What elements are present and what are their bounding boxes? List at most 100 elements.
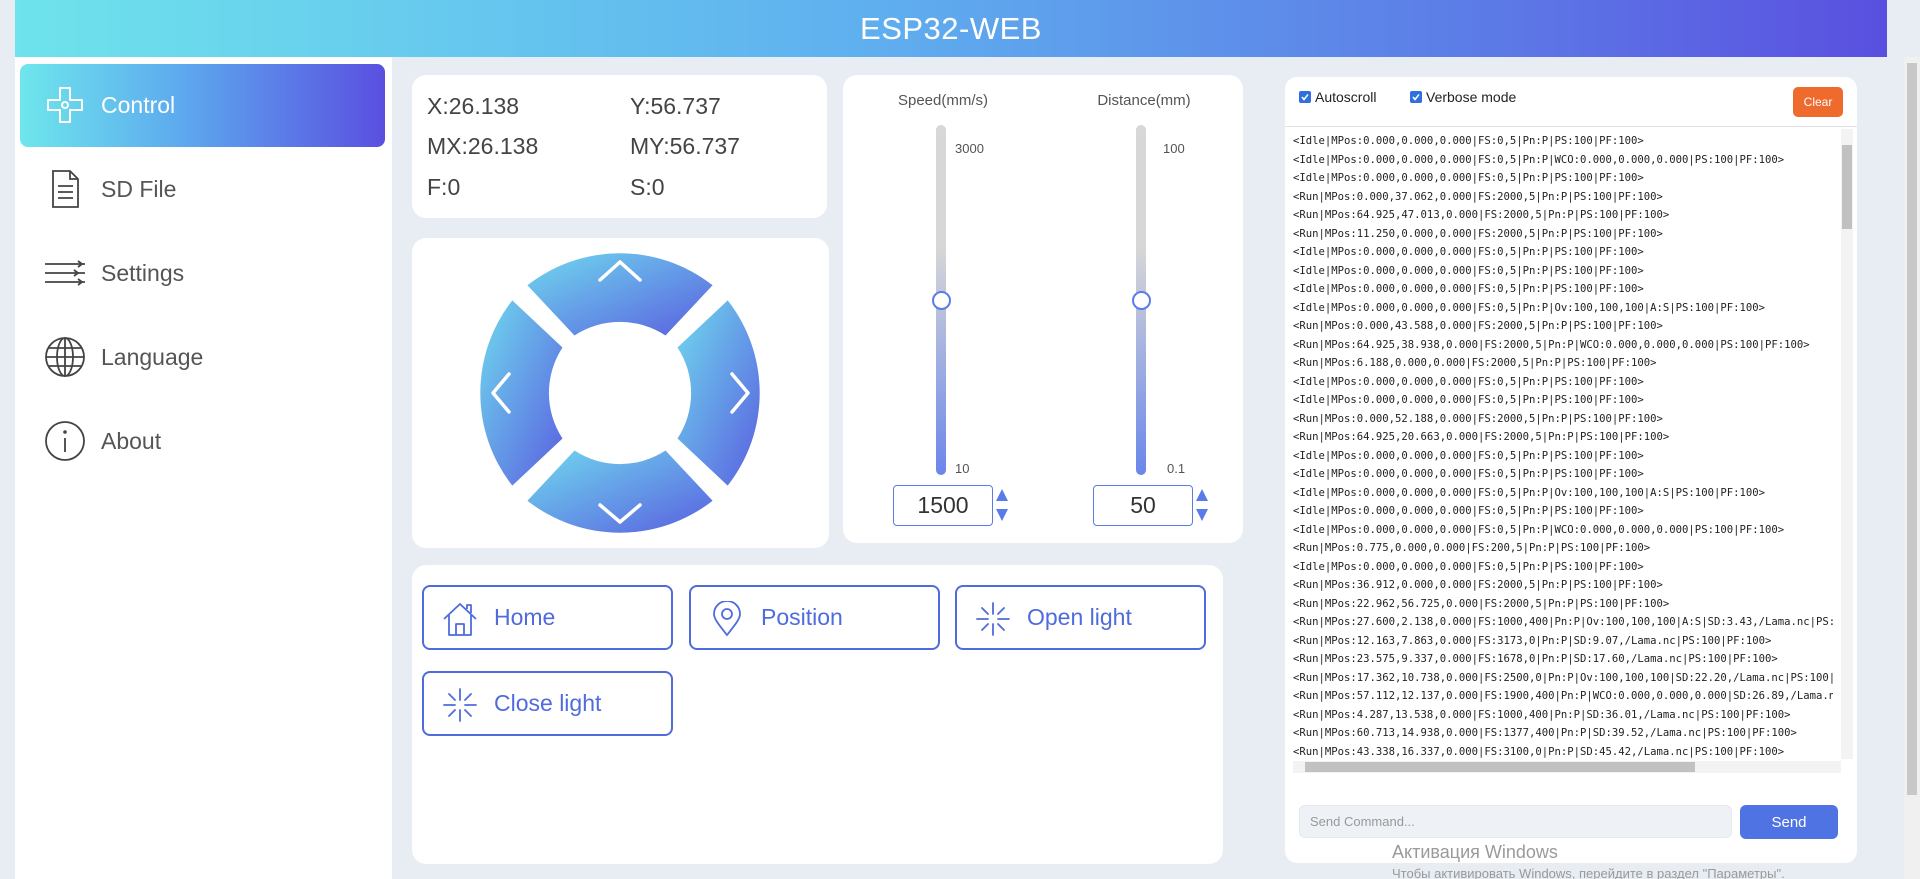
page-scrollbar[interactable]	[1904, 57, 1920, 879]
log-line: <Idle|MPos:0.000,0.000,0.000|FS:0,5|Pn:P…	[1293, 468, 1644, 480]
position-button-label: Position	[761, 604, 843, 630]
log-line: <Run|MPos:0.000,52.188,0.000|FS:2000,5|P…	[1293, 412, 1663, 425]
actions-panel: Home Position Open light Close light	[412, 565, 1223, 864]
log-line: <Run|MPos:64.925,38.938,0.000|FS:2000,5|…	[1293, 338, 1810, 351]
console-vertical-scrollbar[interactable]	[1841, 129, 1853, 759]
speed-min-label: 10	[955, 461, 970, 476]
verbose-mode-checkbox[interactable]: Verbose mode	[1410, 89, 1516, 105]
log-line: <Run|MPos:0.000,43.588,0.000|FS:2000,5|P…	[1293, 320, 1663, 332]
log-line: <Run|MPos:6.188,0.000,0.000|FS:2000,5|Pn…	[1293, 357, 1657, 369]
log-line: <Idle|MPos:0.000,0.000,0.000|FS:0,5|Pn:P…	[1293, 505, 1644, 517]
open-light-button[interactable]: Open light	[955, 585, 1206, 650]
distance-stepper[interactable]	[1195, 488, 1209, 522]
speed-slider-thumb[interactable]	[932, 291, 951, 310]
coordinates-panel: X:26.138 Y:56.737 MX:26.138 MY:56.737 F:…	[412, 75, 827, 218]
log-line: <Run|MPos:4.287,13.538,0.000|FS:1000,400…	[1293, 708, 1791, 721]
location-pin-icon	[713, 601, 741, 637]
sidebar: Control SD File Settings Language About	[15, 57, 392, 879]
verbose-mode-label: Verbose mode	[1426, 89, 1517, 105]
autoscroll-label: Autoscroll	[1315, 89, 1377, 105]
distance-title: Distance(mm)	[1097, 92, 1191, 109]
distance-input[interactable]	[1093, 485, 1193, 526]
light-burst-icon	[976, 602, 1010, 636]
log-line: <Run|MPos:11.250,0.000,0.000|FS:2000,5|P…	[1293, 227, 1663, 240]
distance-slider-thumb[interactable]	[1132, 291, 1151, 310]
log-line: <Run|MPos:0.000,37.062,0.000|FS:2000,5|P…	[1293, 190, 1663, 203]
checkbox-checked-icon	[1299, 91, 1311, 103]
log-line: <Idle|MPos:0.000,0.000,0.000|FS:0,5|Pn:P…	[1293, 153, 1785, 166]
sidebar-item-label: About	[101, 428, 162, 454]
log-line: <Idle|MPos:0.000,0.000,0.000|FS:0,5|Pn:P…	[1293, 264, 1644, 277]
log-line: <Idle|MPos:0.000,0.000,0.000|FS:0,5|Pn:P…	[1293, 523, 1785, 536]
send-button[interactable]: Send	[1740, 805, 1838, 839]
log-line: <Run|MPos:60.713,14.938,0.000|FS:1377,40…	[1293, 727, 1797, 739]
close-light-button[interactable]: Close light	[422, 671, 673, 736]
sidebar-item-label: Control	[101, 92, 176, 118]
command-input[interactable]	[1299, 805, 1732, 838]
sidebar-item-about[interactable]: About	[20, 400, 385, 483]
jog-pad	[480, 253, 760, 533]
app-header: ESP32-WEB	[15, 0, 1887, 57]
mx-position: MX:26.138	[427, 133, 539, 159]
close-light-button-label: Close light	[494, 690, 602, 716]
slider-panel: Speed(mm/s) Distance(mm) 3000 10 100 0.1	[843, 75, 1243, 543]
log-line: <Run|MPos:64.925,20.663,0.000|FS:2000,5|…	[1293, 431, 1670, 443]
sidebar-item-sd-file[interactable]: SD File	[20, 148, 385, 231]
console-horizontal-scrollbar[interactable]	[1293, 761, 1841, 773]
activation-watermark-title: Активация Windows	[1392, 842, 1558, 862]
home-icon	[443, 603, 477, 636]
log-line: <Idle|MPos:0.000,0.000,0.000|FS:0,5|Pn:P…	[1293, 301, 1765, 314]
log-line: <Idle|MPos:0.000,0.000,0.000|FS:0,5|Pn:P…	[1293, 486, 1765, 499]
autoscroll-checkbox[interactable]: Autoscroll	[1299, 89, 1376, 105]
stepper-down-icon	[996, 509, 1008, 521]
log-line: <Run|MPos:17.362,10.738,0.000|FS:2500,0|…	[1293, 671, 1833, 684]
y-position: Y:56.737	[630, 93, 721, 119]
log-line: <Run|MPos:36.912,0.000,0.000|FS:2000,5|P…	[1293, 579, 1663, 591]
log-line: <Idle|MPos:0.000,0.000,0.000|FS:0,5|Pn:P…	[1293, 394, 1644, 406]
stepper-down-icon	[1196, 509, 1208, 521]
sliders-icon	[45, 260, 85, 286]
gamepad-icon	[47, 87, 83, 123]
speed-input[interactable]	[893, 485, 993, 526]
file-icon	[52, 170, 79, 208]
home-button-label: Home	[494, 604, 556, 630]
stepper-up-icon	[996, 489, 1008, 501]
console-panel: Autoscroll Verbose mode Clear <Idle|MPos…	[1285, 77, 1857, 863]
log-line: <Idle|MPos:0.000,0.000,0.000|FS:0,5|Pn:P…	[1293, 135, 1644, 147]
log-line: <Idle|MPos:0.000,0.000,0.000|FS:0,5|Pn:P…	[1293, 172, 1644, 184]
speed-max-label: 3000	[955, 141, 984, 156]
sidebar-item-label: Settings	[101, 260, 185, 286]
distance-min-label: 0.1	[1167, 461, 1186, 476]
sidebar-item-control[interactable]: Control	[20, 64, 385, 147]
console-log[interactable]: <Idle|MPos:0.000,0.000,0.000|FS:0,5|Pn:P…	[1293, 132, 1833, 758]
clear-button[interactable]: Clear	[1793, 87, 1843, 117]
log-line: <Idle|MPos:0.000,0.000,0.000|FS:0,5|Pn:P…	[1293, 283, 1644, 295]
globe-icon	[45, 337, 85, 377]
my-position: MY:56.737	[630, 133, 740, 159]
speed-title: Speed(mm/s)	[897, 92, 989, 109]
spindle-speed: S:0	[630, 174, 665, 200]
sidebar-item-label: SD File	[101, 176, 177, 202]
log-line: <Run|MPos:43.338,16.337,0.000|FS:3100,0|…	[1293, 745, 1785, 758]
jog-up-button[interactable]	[527, 253, 713, 336]
sidebar-item-settings[interactable]: Settings	[20, 232, 385, 315]
distance-max-label: 100	[1163, 141, 1185, 156]
position-button[interactable]: Position	[689, 585, 940, 650]
x-position: X:26.138	[427, 93, 520, 119]
sidebar-item-language[interactable]: Language	[20, 316, 385, 399]
stepper-up-icon	[1196, 489, 1208, 501]
home-button[interactable]: Home	[422, 585, 673, 650]
log-line: <Idle|MPos:0.000,0.000,0.000|FS:0,5|Pn:P…	[1293, 246, 1644, 258]
jog-pad-panel	[412, 238, 829, 548]
info-icon	[45, 421, 85, 461]
speed-stepper[interactable]	[995, 488, 1009, 522]
log-line: <Run|MPos:64.925,47.013,0.000|FS:2000,5|…	[1293, 209, 1670, 221]
log-line: <Run|MPos:57.112,12.137,0.000|FS:1900,40…	[1293, 690, 1833, 702]
log-line: <Run|MPos:22.962,56.725,0.000|FS:2000,5|…	[1293, 597, 1670, 610]
log-line: <Run|MPos:27.600,2.138,0.000|FS:1000,400…	[1293, 616, 1833, 628]
open-light-button-label: Open light	[1027, 604, 1132, 630]
checkbox-checked-icon	[1410, 91, 1422, 103]
app-title: ESP32-WEB	[860, 10, 1042, 46]
log-line: <Run|MPos:12.163,7.863,0.000|FS:3173,0|P…	[1293, 634, 1772, 647]
light-burst-icon	[443, 688, 477, 722]
